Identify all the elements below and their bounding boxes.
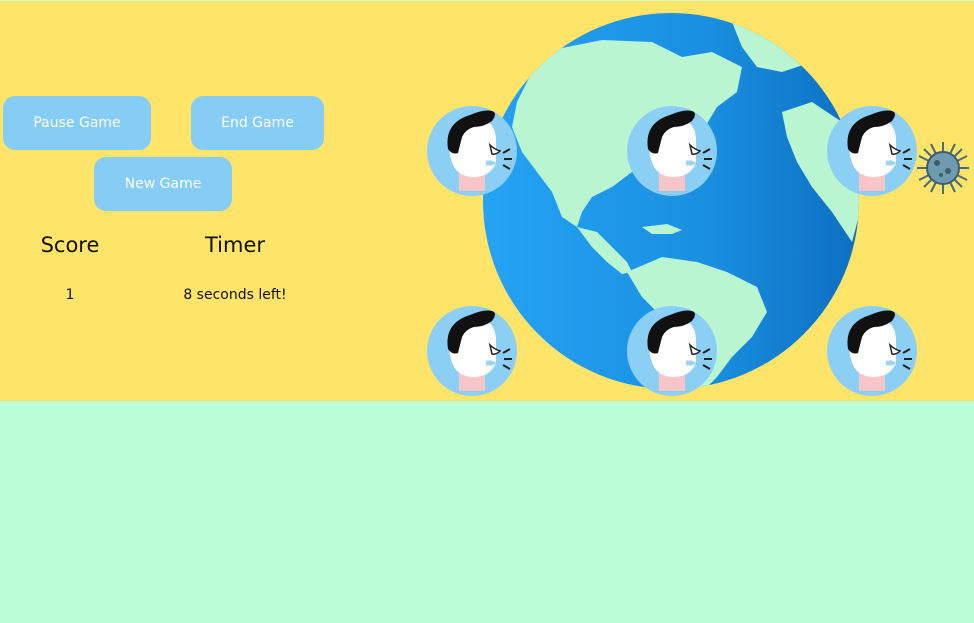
sneezing-person-icon[interactable] [626,105,718,197]
pause-game-button[interactable]: Pause Game [3,96,151,150]
sneezing-person-icon[interactable] [626,305,718,397]
sneezing-person-icon[interactable] [826,105,918,197]
end-game-button[interactable]: End Game [191,96,324,150]
score-heading: Score [40,233,100,257]
timer-heading: Timer [204,233,266,257]
sneezing-person-icon[interactable] [826,305,918,397]
sneezing-person-icon[interactable] [426,305,518,397]
score-value: 1 [65,287,75,303]
sneezing-person-icon[interactable] [426,105,518,197]
new-game-button[interactable]: New Game [94,157,232,211]
coronavirus-icon[interactable] [915,140,971,196]
timer-value: 8 seconds left! [183,287,287,303]
